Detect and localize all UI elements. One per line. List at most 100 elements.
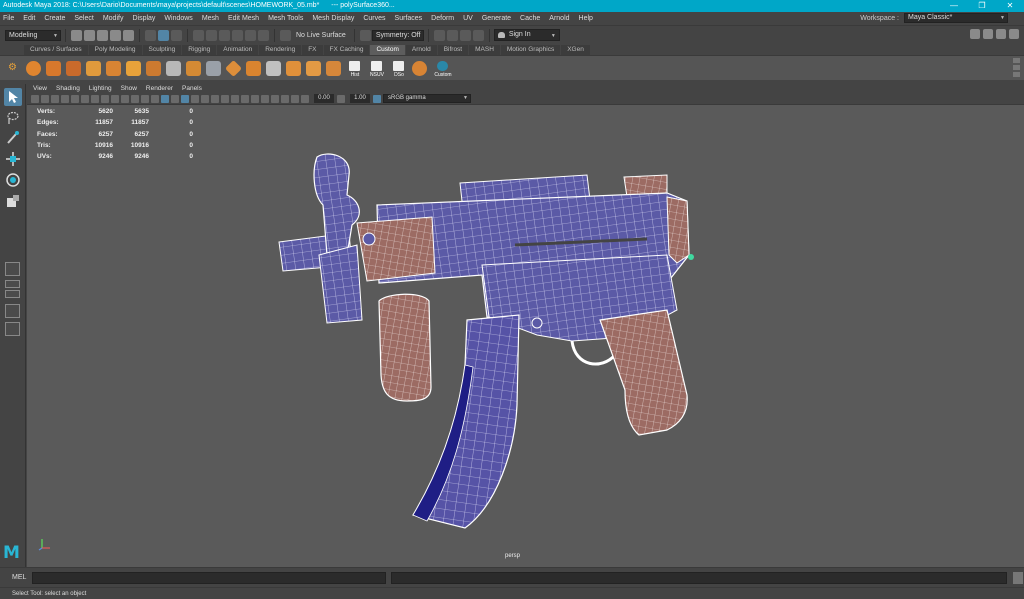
combine-icon[interactable] — [246, 60, 261, 76]
four-view-layout-icon[interactable] — [5, 280, 20, 288]
shelf-tab-motion-graphics[interactable]: Motion Graphics — [500, 45, 561, 55]
snap-pivot-icon[interactable] — [258, 29, 269, 41]
shelf-tab-poly-modeling[interactable]: Poly Modeling — [88, 45, 142, 55]
shelf-tab-curves-surfaces[interactable]: Curves / Surfaces — [24, 45, 88, 55]
default-material-icon[interactable] — [171, 94, 179, 103]
snap-view-icon[interactable] — [232, 29, 243, 41]
menuset-dropdown[interactable]: Modeling — [5, 29, 61, 41]
graph-editor-layout-icon[interactable] — [5, 322, 20, 336]
shelf-dso-button[interactable]: DSo — [390, 60, 408, 78]
hypershade-icon[interactable] — [472, 29, 484, 41]
menu-modify[interactable]: Modify — [103, 15, 124, 22]
bridge-icon[interactable] — [126, 60, 141, 76]
grid-icon[interactable] — [81, 94, 89, 103]
xray-icon[interactable] — [271, 94, 279, 103]
restore-button[interactable]: ❐ — [968, 0, 996, 12]
wireframe-icon[interactable] — [151, 94, 159, 103]
smooth-shade-icon[interactable] — [161, 94, 169, 103]
menu-surfaces[interactable]: Surfaces — [395, 15, 423, 22]
lasso-tool-icon[interactable] — [4, 109, 22, 127]
symmetry-dropdown[interactable]: Symmetry: Off — [371, 29, 424, 41]
xray-components-icon[interactable] — [291, 94, 299, 103]
film-gate-icon[interactable] — [91, 94, 99, 103]
gamma-field[interactable]: 1.00 — [350, 94, 370, 103]
pivot-icon[interactable] — [412, 60, 427, 76]
textured-icon[interactable] — [191, 94, 199, 103]
multisample-aa-icon[interactable] — [241, 94, 249, 103]
select-hierarchy-icon[interactable] — [145, 29, 156, 41]
sign-in-dropdown[interactable]: Sign In — [493, 29, 560, 41]
scale-tool-icon[interactable] — [4, 192, 22, 210]
menu-help[interactable]: Help — [579, 15, 593, 22]
select-component-icon[interactable] — [171, 29, 182, 41]
viewport-menu-renderer[interactable]: Renderer — [146, 85, 173, 92]
mirror-icon[interactable] — [286, 60, 301, 76]
render-settings-icon[interactable] — [459, 29, 471, 41]
live-surface-icon[interactable] — [280, 29, 291, 41]
select-tool-icon[interactable] — [4, 88, 22, 106]
menu-file[interactable]: File — [3, 15, 14, 22]
shelf-tab-bifrost[interactable]: Bifrost — [437, 45, 469, 55]
shelf-tab-fx[interactable]: FX — [302, 45, 323, 55]
shelf-tab-mash[interactable]: MASH — [469, 45, 500, 55]
depth-of-field-icon[interactable] — [251, 94, 259, 103]
menu-select[interactable]: Select — [74, 15, 93, 22]
menu-cache[interactable]: Cache — [520, 15, 540, 22]
viewport-menu-lighting[interactable]: Lighting — [89, 85, 112, 92]
shelf-hist-button[interactable]: Hist — [346, 60, 364, 78]
shelf-tab-arnold[interactable]: Arnold — [405, 45, 437, 55]
paint-select-tool-icon[interactable] — [4, 129, 22, 147]
new-scene-icon[interactable] — [71, 29, 82, 41]
resolution-gate-icon[interactable] — [101, 94, 109, 103]
menu-generate[interactable]: Generate — [482, 15, 511, 22]
menu-create[interactable]: Create — [44, 15, 65, 22]
camera-attributes-icon[interactable] — [31, 94, 39, 103]
smooth-icon[interactable] — [306, 60, 321, 76]
move-tool-icon[interactable] — [4, 150, 22, 168]
perspective-viewport[interactable]: Verts: 5620 5635 0 Edges: 11857 11857 0 Faces:… — [27, 105, 1024, 567]
shelf-scroll-up-icon[interactable] — [1013, 58, 1020, 63]
shadows-icon[interactable] — [211, 94, 219, 103]
2d-pan-zoom-icon[interactable] — [61, 94, 69, 103]
bookmarks-icon[interactable] — [41, 94, 49, 103]
menu-edit[interactable]: Edit — [23, 15, 35, 22]
workspace-dropdown[interactable]: Maya Classic* — [904, 13, 1008, 23]
menu-display[interactable]: Display — [132, 15, 155, 22]
minimize-button[interactable]: — — [940, 0, 968, 12]
gate-mask-icon[interactable] — [111, 94, 119, 103]
poly-sphere-icon[interactable] — [26, 60, 41, 76]
shelf-scroll-down-icon[interactable] — [1013, 65, 1020, 70]
viewport-menu-show[interactable]: Show — [121, 85, 137, 92]
redo-icon[interactable] — [123, 29, 134, 41]
script-language-toggle[interactable]: MEL — [12, 574, 32, 581]
viewport-menu-panels[interactable]: Panels — [182, 85, 202, 92]
close-button[interactable]: ✕ — [996, 0, 1024, 12]
isolate-select-icon[interactable] — [261, 94, 269, 103]
snap-surface-icon[interactable] — [245, 29, 256, 41]
menu-curves[interactable]: Curves — [363, 15, 385, 22]
use-all-lights-icon[interactable] — [201, 94, 209, 103]
single-perspective-layout-icon[interactable] — [5, 262, 20, 276]
render-icon[interactable] — [433, 29, 445, 41]
menu-windows[interactable]: Windows — [164, 15, 192, 22]
shelf-custom-button[interactable]: Custom — [432, 60, 454, 78]
menu-mesh-display[interactable]: Mesh Display — [312, 15, 354, 22]
field-chart-icon[interactable] — [121, 94, 129, 103]
outliner-layout-icon[interactable] — [5, 304, 20, 318]
menu-mesh[interactable]: Mesh — [202, 15, 219, 22]
view-transform-dropdown[interactable]: sRGB gamma — [383, 94, 471, 103]
separate-icon[interactable] — [266, 60, 281, 76]
shelf-tab-custom[interactable]: Custom — [370, 45, 405, 55]
grease-pencil-icon[interactable] — [71, 94, 79, 103]
persp-outliner-layout-icon[interactable] — [5, 290, 20, 298]
undo-icon[interactable] — [110, 29, 121, 41]
attribute-editor-icon[interactable] — [983, 29, 993, 39]
ipr-render-icon[interactable] — [446, 29, 458, 41]
menu-arnold[interactable]: Arnold — [549, 15, 569, 22]
menu-deform[interactable]: Deform — [431, 15, 454, 22]
shelf-nsuv-button[interactable]: NSUV — [368, 60, 386, 78]
shelf-tab-animation[interactable]: Animation — [217, 45, 259, 55]
shelf-tab-rigging[interactable]: Rigging — [182, 45, 217, 55]
live-surface-label[interactable]: No Live Surface — [296, 32, 346, 39]
viewport-menu-shading[interactable]: Shading — [56, 85, 80, 92]
